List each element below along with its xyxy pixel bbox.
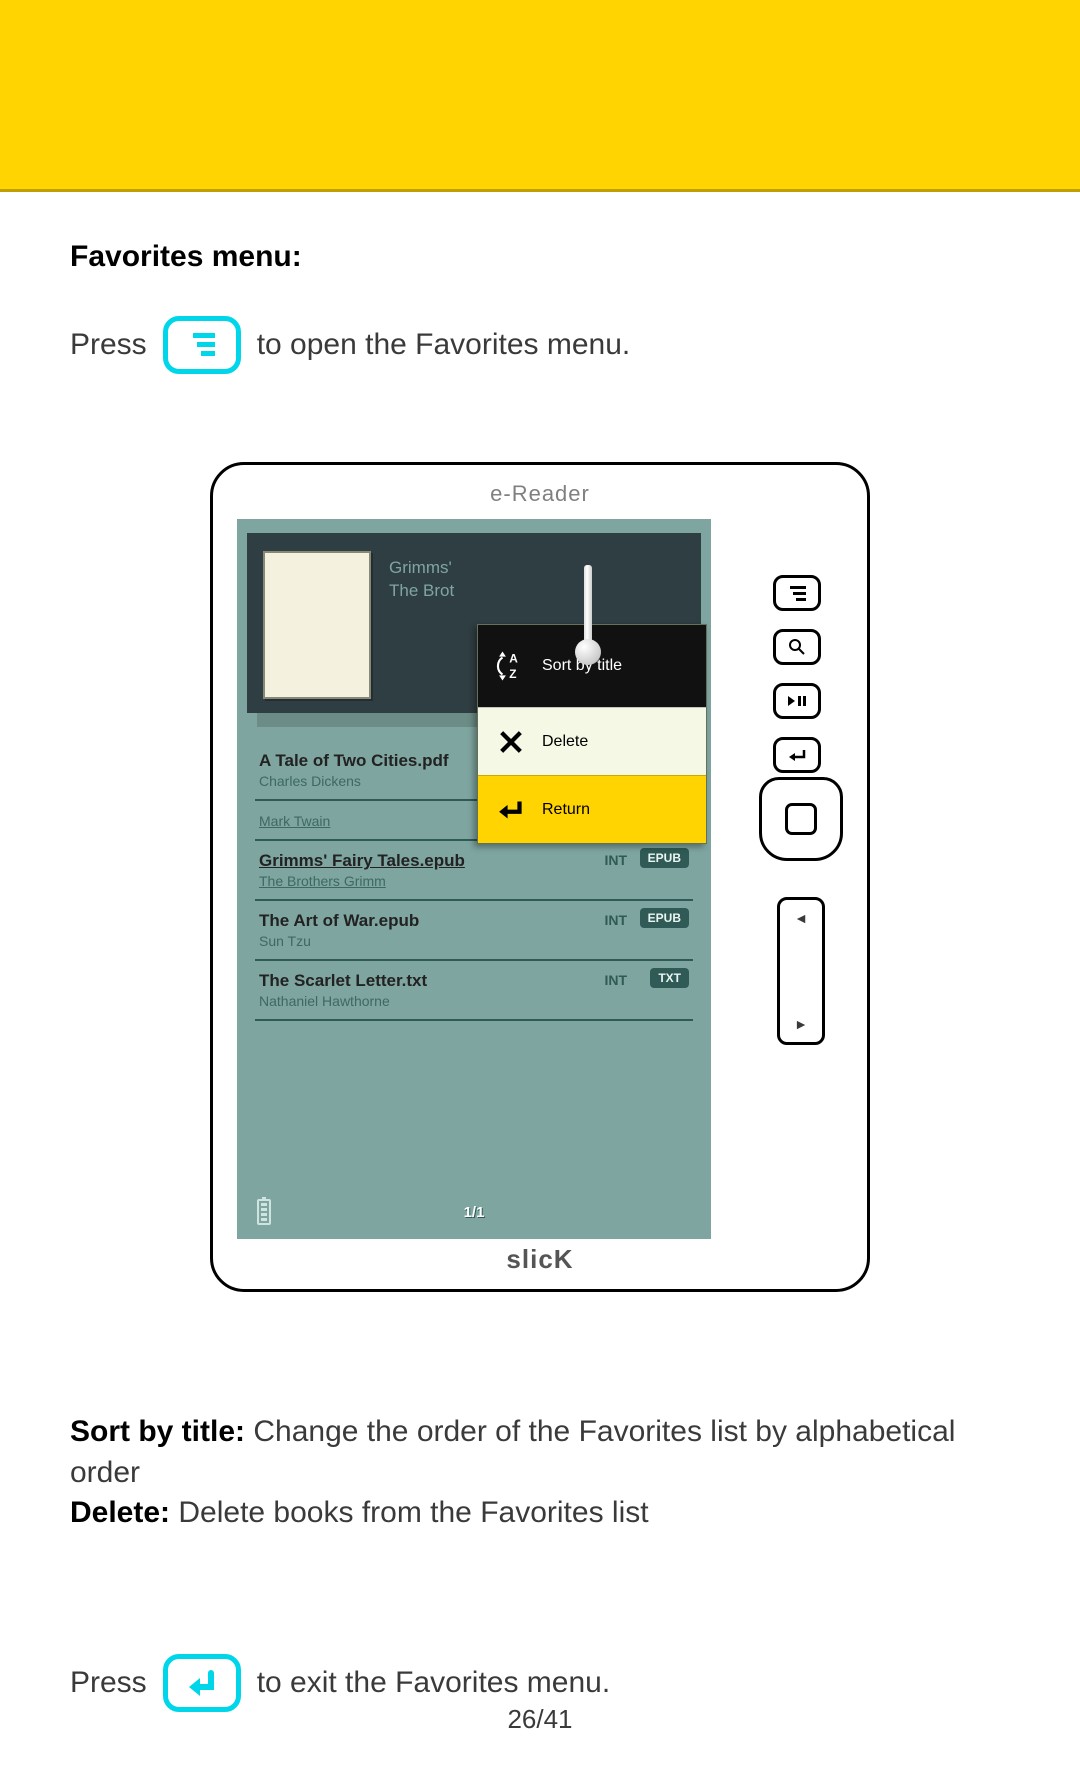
storage-tag: INT	[604, 912, 627, 928]
hw-back-button[interactable]	[773, 737, 821, 773]
hw-home-button[interactable]	[759, 777, 843, 861]
cover-title-lines: Grimms' The Brot	[389, 551, 454, 695]
explain-delete: Delete: Delete books from the Favorites …	[70, 1493, 1010, 1534]
hardware-buttons	[773, 575, 825, 791]
hw-page-rocker[interactable]: ◄ ►	[777, 897, 825, 1045]
svg-text:Z: Z	[509, 667, 516, 681]
instruction-open-text: to open the Favorites menu.	[257, 328, 631, 362]
hw-zoom-button[interactable]	[773, 629, 821, 665]
stylus-pointer-icon	[575, 565, 601, 669]
book-author: Sun Tzu	[259, 933, 689, 949]
device-label: e-Reader	[213, 481, 867, 507]
explain-delete-text: Delete books from the Favorites list	[170, 1496, 649, 1529]
back-button-icon	[163, 1654, 241, 1712]
hw-playpause-button[interactable]	[773, 683, 821, 719]
menu-delete-label: Delete	[542, 733, 588, 751]
device-screen: Grimms' The Brot A Tale of Two Cities.pd…	[237, 519, 711, 1239]
explain-delete-label: Delete:	[70, 1496, 170, 1529]
header-band	[0, 0, 1080, 192]
list-item[interactable]: Grimms' Fairy Tales.epub The Brothers Gr…	[255, 841, 693, 901]
press-label: Press	[70, 328, 147, 362]
menu-delete[interactable]: Delete	[478, 707, 706, 775]
back-arrow-icon	[184, 1665, 220, 1701]
play-pause-icon	[786, 694, 808, 708]
instruction-exit: Press to exit the Favorites menu.	[70, 1654, 1010, 1712]
format-tag: TXT	[650, 968, 689, 988]
page-content: Favorites menu: Press to open the Favori…	[0, 192, 1080, 1712]
format-tag: EPUB	[640, 908, 689, 928]
page-indicator: 1/1	[237, 1204, 711, 1221]
explanation-block: Sort by title: Change the order of the F…	[70, 1412, 1010, 1534]
press-label: Press	[70, 1666, 147, 1700]
hamburger-step-icon	[184, 327, 220, 363]
storage-tag: INT	[604, 972, 627, 988]
back-arrow-icon	[786, 747, 808, 763]
ereader-device: e-Reader Grimms' The Brot A Tale of Two …	[210, 462, 870, 1292]
instruction-open: Press to open the Favorites menu.	[70, 316, 1010, 374]
storage-tag: INT	[604, 852, 627, 868]
explain-sort: Sort by title: Change the order of the F…	[70, 1412, 1010, 1493]
list-item[interactable]: The Art of War.epub Sun Tzu INT EPUB	[255, 901, 693, 961]
hamburger-step-icon	[786, 584, 808, 602]
device-illustration: e-Reader Grimms' The Brot A Tale of Two …	[70, 462, 1010, 1292]
section-heading: Favorites menu:	[70, 240, 1010, 274]
menu-button-icon	[163, 316, 241, 374]
cover-title-line1: Grimms'	[389, 557, 454, 580]
list-item[interactable]: The Scarlet Letter.txt Nathaniel Hawthor…	[255, 961, 693, 1021]
triangle-left-icon: ◄	[794, 910, 808, 926]
magnifier-icon	[787, 637, 807, 657]
square-icon	[785, 803, 817, 835]
menu-return-label: Return	[542, 801, 590, 819]
sort-az-icon: A Z	[494, 649, 528, 683]
svg-text:A: A	[509, 652, 518, 666]
device-brand: slicK	[213, 1244, 867, 1275]
cover-title-line2: The Brot	[389, 580, 454, 603]
book-cover	[263, 551, 371, 699]
hw-menu-button[interactable]	[773, 575, 821, 611]
book-author: The Brothers Grimm	[259, 873, 689, 889]
close-x-icon	[494, 725, 528, 759]
explain-sort-label: Sort by title:	[70, 1415, 245, 1448]
menu-return[interactable]: Return	[478, 775, 706, 843]
page-number: 26/41	[0, 1704, 1080, 1735]
format-tag: EPUB	[640, 848, 689, 868]
triangle-right-icon: ►	[794, 1016, 808, 1032]
instruction-exit-text: to exit the Favorites menu.	[257, 1666, 611, 1700]
book-author: Nathaniel Hawthorne	[259, 993, 689, 1009]
return-arrow-icon	[494, 793, 528, 827]
